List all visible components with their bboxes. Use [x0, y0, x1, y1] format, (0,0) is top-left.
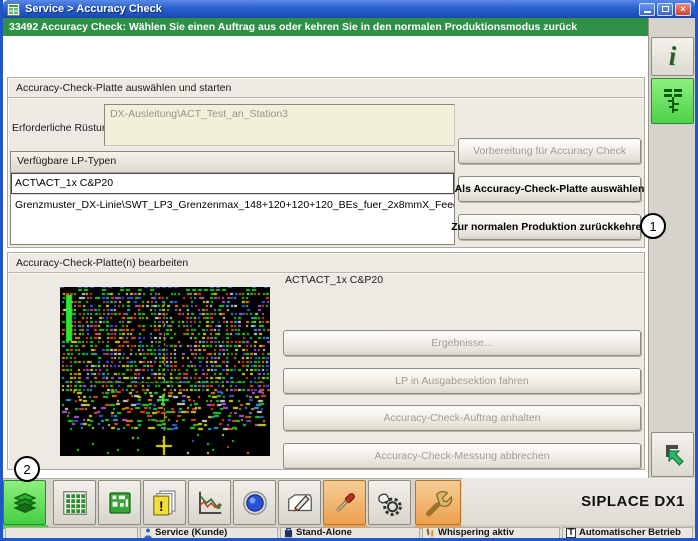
status-empty-field — [5, 527, 138, 539]
title-bar: Service > Accuracy Check × — [3, 0, 695, 18]
logo-panel: SIPLACE DX1 — [462, 478, 695, 525]
standalone-icon — [284, 528, 293, 538]
info-button[interactable]: i — [651, 37, 694, 76]
toolbar-setup-button[interactable] — [323, 480, 366, 525]
lp-list-row[interactable]: ACT\ACT_1x C&P20 — [11, 173, 454, 194]
ruestung-label: Erforderliche Rüstung: — [12, 122, 116, 134]
window-title: Service > Accuracy Check — [25, 3, 637, 15]
vision-camera-icon — [240, 488, 270, 518]
toolbar-component-matrix-button[interactable] — [53, 480, 96, 525]
toolbar-service-button[interactable] — [415, 480, 461, 525]
toolbar-manual-operation-button[interactable] — [368, 480, 411, 525]
application-window: Service > Accuracy Check × 33492 Accurac… — [0, 0, 698, 541]
lp-list-row[interactable]: Grenzmuster_DX-Linie\SWT_LP3_Grenzenmax_… — [11, 194, 454, 215]
abort-measurement-button[interactable]: Accuracy-Check-Messung abbrechen — [283, 443, 641, 469]
results-button[interactable]: Ergebnisse... — [283, 330, 641, 356]
message-bar: 33492 Accuracy Check: Wählen Sie einen A… — [3, 18, 648, 36]
job-stack-icon — [10, 488, 40, 518]
manual-hand-gear-icon — [375, 488, 405, 518]
machine-logo: SIPLACE DX1 — [581, 493, 685, 510]
right-sidebar: i — [648, 18, 695, 478]
component-matrix-icon — [60, 488, 90, 518]
toolbar-edit-folder-button[interactable] — [278, 480, 321, 525]
close-button[interactable]: × — [675, 3, 691, 16]
setup-screwdriver-icon — [330, 488, 360, 518]
hold-accuracy-job-button[interactable]: Accuracy-Check-Auftrag anhalten — [283, 405, 641, 431]
status-bar: Service (Kunde) Stand-Alone Whispering a… — [3, 529, 695, 538]
restore-button[interactable] — [657, 3, 673, 16]
move-to-output-button[interactable]: LP in Ausgabesektion fahren — [283, 368, 641, 394]
edit-folder-icon — [285, 488, 315, 518]
user-icon — [144, 528, 152, 539]
return-to-production-button[interactable]: Zur normalen Produktion zurückkehren — [458, 214, 641, 240]
callout-1: 1 — [640, 213, 666, 239]
prepare-accuracy-check-button[interactable]: Vorbereitung für Accuracy Check — [458, 138, 641, 164]
group-select-title: Accuracy-Check-Platte auswählen und star… — [8, 78, 644, 98]
board-layout-icon — [105, 488, 135, 518]
status-standalone-field: Stand-Alone — [280, 527, 420, 539]
callout-2: 2 — [14, 456, 40, 482]
error-messages-icon: ! — [150, 488, 180, 518]
statistics-icon — [195, 488, 225, 518]
ruestung-field[interactable]: DX-Ausleitung\ACT_Test_an_Station3 — [104, 104, 455, 146]
status-user-field: Service (Kunde) — [140, 527, 278, 539]
minimize-button[interactable] — [639, 3, 655, 16]
group-edit-title: Accuracy-Check-Platte(n) bearbeiten — [8, 253, 644, 273]
service-wrench-icon — [422, 487, 454, 519]
toolbar-error-messages-button[interactable]: ! — [143, 480, 186, 525]
toolbar-vision-camera-button[interactable] — [233, 480, 276, 525]
exit-back-button[interactable] — [651, 432, 694, 477]
toolbar-statistics-button[interactable] — [188, 480, 231, 525]
exit-back-icon — [658, 440, 688, 470]
status-whispering-field: Whispering aktiv — [422, 527, 560, 539]
toolbar-board-layout-button[interactable] — [98, 480, 141, 525]
station-layout-icon — [659, 86, 687, 116]
lp-list-header: Verfügbare LP-Typen — [11, 152, 454, 173]
select-accuracy-plate-button[interactable]: Als Accuracy-Check-Platte auswählen — [458, 176, 641, 202]
auto-operation-icon: T — [566, 528, 576, 538]
whispering-icon — [426, 528, 435, 538]
board-preview-image — [60, 287, 270, 456]
info-icon: i — [669, 43, 677, 70]
svg-text:!: ! — [158, 499, 163, 514]
status-auto-operation-field: T Automatischer Betrieb — [562, 527, 693, 539]
toolbar-job-stack-button[interactable] — [3, 480, 46, 525]
station-layout-button[interactable] — [651, 78, 694, 124]
lp-type-list: Verfügbare LP-Typen ACT\ACT_1x C&P20 Gre… — [10, 151, 455, 245]
board-name-label: ACT\ACT_1x C&P20 — [285, 274, 383, 286]
window-icon — [7, 3, 20, 16]
